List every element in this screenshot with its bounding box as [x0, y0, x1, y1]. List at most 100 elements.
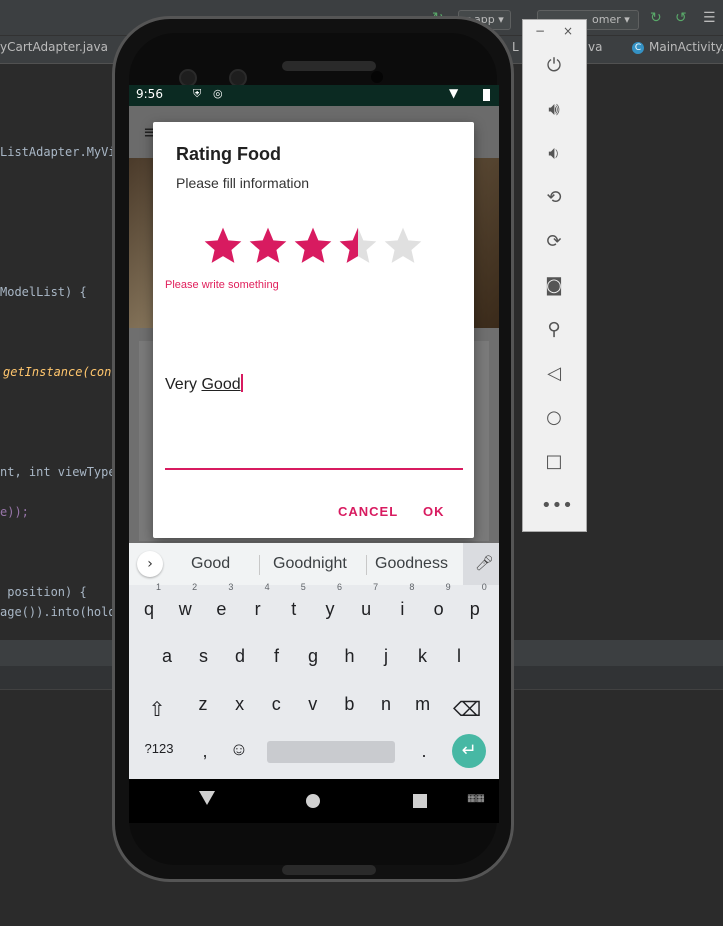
key-hint-number: 0 [481, 582, 487, 592]
comment-input-text[interactable]: Very Good [165, 374, 243, 394]
key-s[interactable]: s [190, 638, 218, 674]
key-h[interactable]: h [336, 638, 364, 674]
power-icon[interactable]: ⏻ [541, 53, 567, 79]
keyboard-switch-icon[interactable]: ▦▦ [467, 793, 485, 804]
key-t-wrap[interactable]: t5 [280, 582, 308, 627]
rotate-left-icon[interactable]: ⟲ [541, 185, 567, 211]
back-icon[interactable] [199, 791, 215, 805]
key-n[interactable]: n [372, 686, 400, 722]
apply-changes-icon[interactable]: ↻ [650, 10, 662, 26]
key-z[interactable]: z [189, 686, 217, 722]
volume-up-icon[interactable]: 🔊︎ [541, 97, 567, 123]
key-w-wrap[interactable]: w2 [171, 582, 199, 627]
back-icon[interactable]: ◁ [541, 361, 567, 387]
space-bar[interactable] [267, 741, 395, 763]
key-label: y [325, 599, 335, 619]
key-g[interactable]: g [299, 638, 327, 674]
key-b[interactable]: b [335, 686, 363, 722]
key-hint-number: 6 [336, 582, 342, 592]
star-icon[interactable] [201, 224, 245, 268]
key-hint-number: 8 [409, 582, 415, 592]
battery-icon [483, 89, 490, 101]
key-d[interactable]: d [226, 638, 254, 674]
key-hint-number: 2 [192, 582, 198, 592]
key-o-wrap[interactable]: o9 [425, 582, 453, 627]
home-icon[interactable]: ○ [541, 405, 567, 431]
key-label: u [361, 599, 372, 619]
suggestion-item[interactable]: Good [191, 555, 230, 573]
key-k[interactable]: k [409, 638, 437, 674]
more-icon[interactable]: ••• [541, 493, 573, 519]
key-label: i [400, 599, 405, 619]
overview-icon[interactable]: □ [541, 449, 567, 475]
key-m[interactable]: m [409, 686, 437, 722]
comment-input[interactable]: Very Good [165, 366, 463, 470]
key-q-wrap[interactable]: q1 [135, 582, 163, 627]
apply-code-changes-icon[interactable]: ↺ [675, 10, 687, 26]
recents-icon[interactable] [413, 794, 427, 808]
key-hint-number: 5 [300, 582, 306, 592]
navigation-bar: ▦▦ [129, 779, 499, 823]
suggestion-item[interactable]: Goodnight [273, 555, 347, 573]
comma-key[interactable]: , [191, 733, 219, 769]
camera-icon[interactable]: ◙ [541, 273, 567, 299]
dialog-title: Rating Food [176, 144, 281, 164]
cancel-button[interactable]: CANCEL [338, 504, 398, 519]
ok-button[interactable]: OK [423, 504, 445, 519]
key-hint-number: 4 [264, 582, 270, 592]
key-a[interactable]: a [153, 638, 181, 674]
shift-icon[interactable]: ⇧ [143, 692, 171, 728]
key-v[interactable]: v [299, 686, 327, 722]
backspace-icon[interactable]: ⌫ [453, 692, 481, 728]
key-y-wrap[interactable]: y6 [316, 582, 344, 627]
key-e-wrap[interactable]: e3 [207, 582, 235, 627]
star-half-icon[interactable] [336, 224, 380, 268]
star-icon[interactable] [246, 224, 290, 268]
emoji-icon[interactable]: ☺ [225, 731, 253, 767]
code-line: e)); [0, 505, 29, 519]
suggestion-divider [366, 555, 367, 575]
key-x[interactable]: x [226, 686, 254, 722]
key-f[interactable]: f [263, 638, 291, 674]
code-line: getInstance(cont [3, 365, 119, 379]
input-hint-label: Please write something [165, 279, 279, 291]
star-icon[interactable] [291, 224, 335, 268]
code-line: position) { [0, 585, 87, 599]
device-screen: 9:56 ⛨ ◎ ▼ ≡ Rating Food Please fill inf… [129, 85, 499, 823]
key-r-wrap[interactable]: r4 [244, 582, 272, 627]
zoom-icon[interactable]: ⚲ [541, 317, 567, 343]
period-key[interactable]: . [410, 733, 438, 769]
tab-partial-2[interactable]: va [588, 40, 602, 54]
enter-icon[interactable]: ↵ [452, 734, 486, 768]
symbols-key[interactable]: ?123 [139, 731, 179, 767]
mic-icon[interactable]: 🎤︎ [463, 543, 499, 585]
key-l[interactable]: l [445, 638, 473, 674]
proximity-sensor [371, 71, 383, 83]
suggestion-item[interactable]: Goodness [375, 555, 448, 573]
chevron-right-icon[interactable]: › [137, 551, 163, 577]
suggestion-divider [259, 555, 260, 575]
tab-partial-1[interactable]: L [512, 40, 519, 54]
key-u-wrap[interactable]: u7 [352, 582, 380, 627]
star-empty-icon[interactable] [381, 224, 425, 268]
rotate-right-icon[interactable]: ⟳ [541, 229, 567, 255]
key-label: r [254, 599, 261, 619]
code-line: ModelList) { [0, 285, 87, 299]
class-icon: C [632, 41, 644, 54]
tab-cart-adapter[interactable]: yCartAdapter.java [0, 40, 108, 54]
key-j[interactable]: j [372, 638, 400, 674]
volume-down-icon[interactable]: 🔉︎ [541, 141, 567, 167]
rating-dialog: Rating Food Please fill information Plea… [153, 122, 474, 538]
wifi-icon: ▼ [449, 86, 459, 100]
close-icon[interactable]: × [563, 24, 573, 38]
home-icon[interactable] [306, 794, 320, 808]
key-i-wrap[interactable]: i8 [388, 582, 416, 627]
key-c[interactable]: c [262, 686, 290, 722]
bottom-speaker [282, 865, 376, 875]
minimize-icon[interactable]: − [535, 24, 545, 38]
code-line: age()).into(holde [0, 605, 123, 619]
menu-icon[interactable]: ☰ [703, 10, 716, 26]
key-label: q [143, 599, 154, 619]
key-p-wrap[interactable]: p0 [461, 582, 489, 627]
tab-main-activity[interactable]: C MainActivity.j [632, 40, 723, 54]
